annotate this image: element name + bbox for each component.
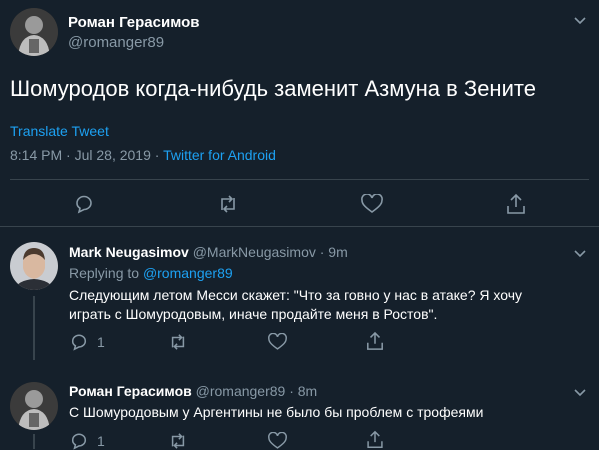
chevron-down-icon[interactable] <box>573 386 587 400</box>
like-icon[interactable] <box>268 432 287 450</box>
chevron-down-icon[interactable] <box>573 14 587 28</box>
share-icon[interactable] <box>366 331 384 351</box>
author-name[interactable]: Роман Герасимов <box>69 383 192 399</box>
author-name[interactable]: Роман Герасимов <box>68 14 200 31</box>
divider <box>10 179 589 180</box>
reply-text-line-1: С Шомуродовым у Аргентины не было бы про… <box>69 404 484 420</box>
thread-line <box>33 296 35 360</box>
like-icon[interactable] <box>361 194 383 214</box>
reply-text-line-2: играть с Шомуродовым, иначе продайте мен… <box>69 306 438 322</box>
author-handle[interactable]: @romanger89 <box>68 34 164 51</box>
tweet-meta: 8:14 PM · Jul 28, 2019 · Twitter for And… <box>10 147 276 163</box>
avatar[interactable] <box>10 8 58 56</box>
reply-icon[interactable] <box>70 432 88 450</box>
reply-header: Роман Герасимов @romanger89 · 8m <box>69 383 317 399</box>
share-icon[interactable] <box>366 430 384 449</box>
retweet-icon[interactable] <box>217 194 239 214</box>
reply-header: Mark Neugasimov @MarkNeugasimov · 9m <box>69 244 348 260</box>
divider <box>0 226 599 227</box>
author-name[interactable]: Mark Neugasimov <box>69 244 189 260</box>
reply-text-line-1: Следующим летом Месси скажет: "Что за го… <box>69 287 522 303</box>
replying-to-handle[interactable]: @romanger89 <box>143 265 233 281</box>
replying-to: Replying to @romanger89 <box>69 265 233 281</box>
author-handle[interactable]: @MarkNeugasimov · 9m <box>193 244 348 260</box>
tweet-timestamp[interactable]: 8:14 PM · Jul 28, 2019 · <box>10 147 163 163</box>
retweet-icon[interactable] <box>168 333 188 351</box>
like-icon[interactable] <box>268 333 287 351</box>
tweet-text: Шомуродов когда-нибудь заменит Азмуна в … <box>10 76 536 101</box>
reply-count: 1 <box>97 433 105 449</box>
chevron-down-icon[interactable] <box>573 247 587 261</box>
retweet-icon[interactable] <box>168 432 188 450</box>
avatar[interactable] <box>10 242 58 290</box>
translate-tweet-link[interactable]: Translate Tweet <box>10 123 109 139</box>
share-icon[interactable] <box>506 193 526 215</box>
thread-line <box>33 434 35 449</box>
replying-to-label: Replying to <box>69 265 143 281</box>
reply-icon[interactable] <box>74 194 94 214</box>
reply-icon[interactable] <box>70 333 88 351</box>
avatar[interactable] <box>10 382 58 430</box>
reply-count: 1 <box>97 334 105 350</box>
author-handle[interactable]: @romanger89 · 8m <box>196 383 318 399</box>
tweet-source-link[interactable]: Twitter for Android <box>163 147 276 163</box>
